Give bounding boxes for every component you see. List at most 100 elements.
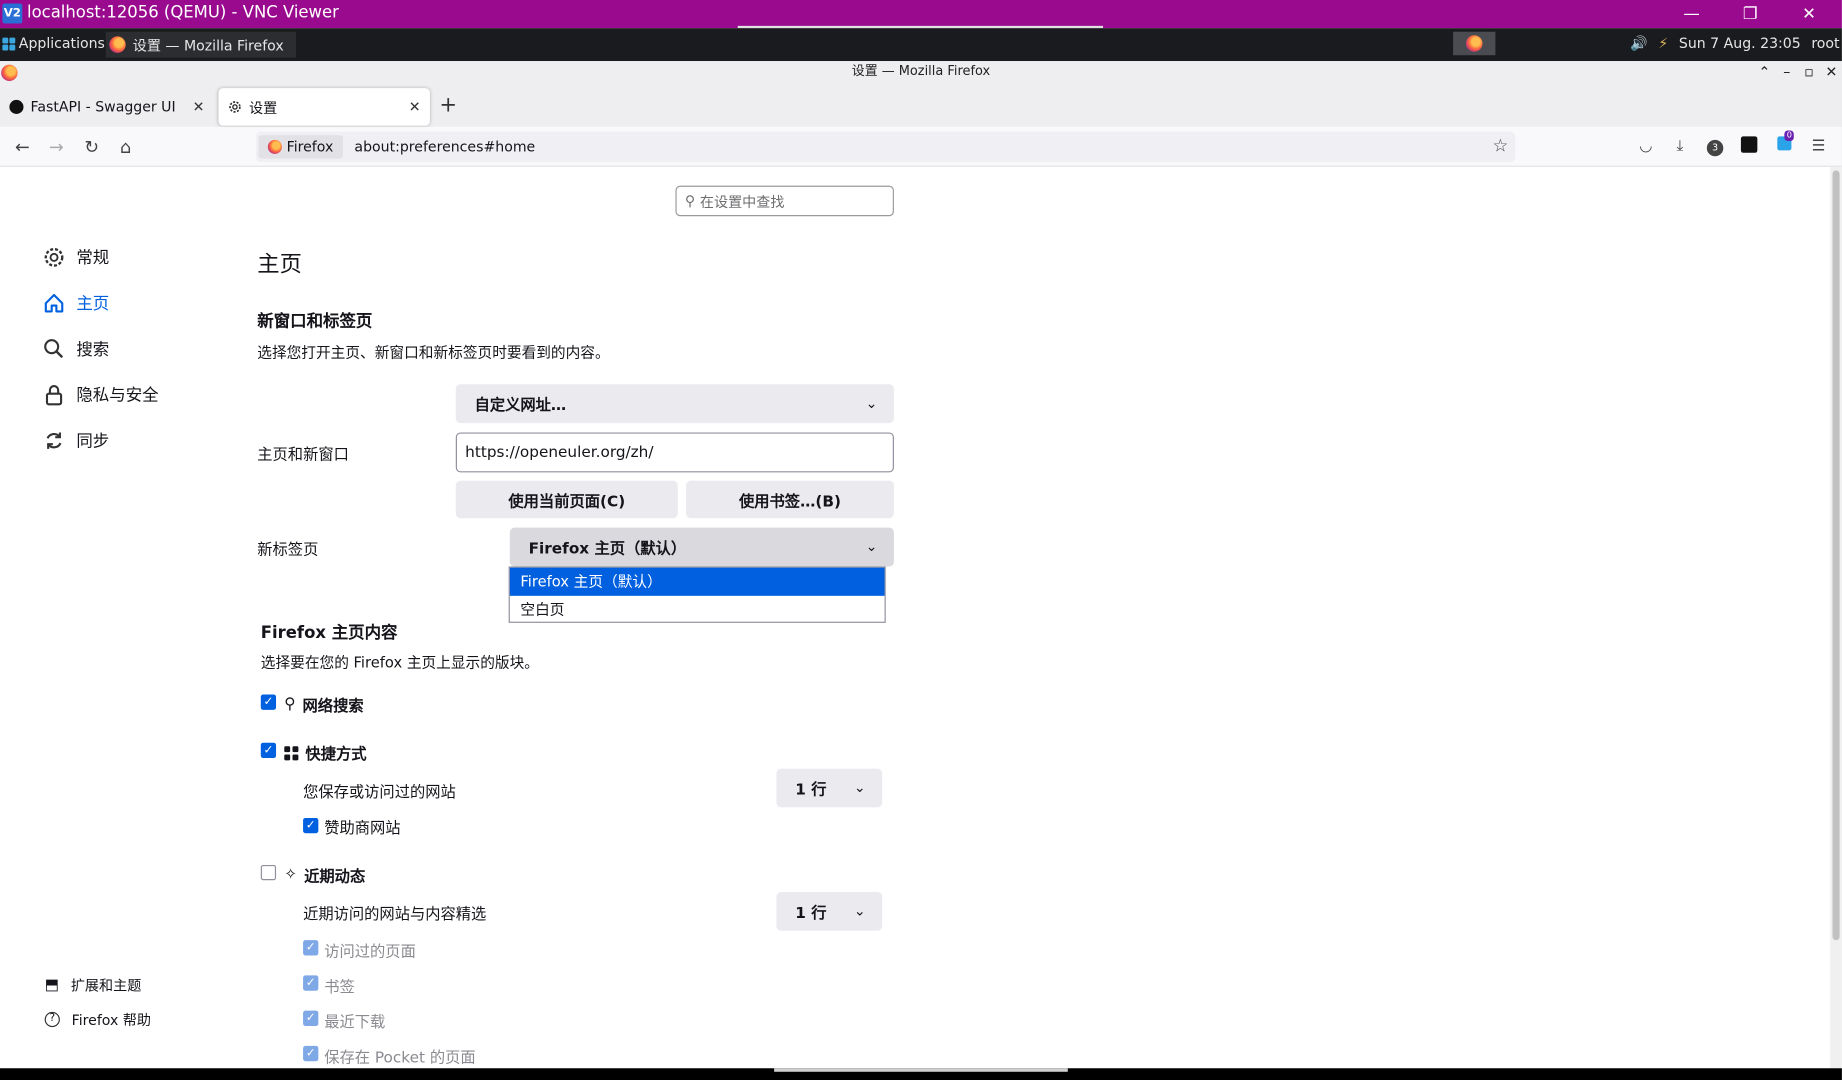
section-heading-home-content: Firefox 主页内容 xyxy=(260,624,398,643)
extensions-label: 扩展和主题 xyxy=(70,977,142,995)
dropdown-option-blank[interactable]: 空白页 xyxy=(510,596,885,624)
category-label: 隐私与安全 xyxy=(76,386,159,406)
section-description: 选择您打开主页、新窗口和新标签页时要看到的内容。 xyxy=(257,343,610,361)
firefox-icon xyxy=(267,139,282,154)
taskbar-firefox-item[interactable]: 设置 — Mozilla Firefox xyxy=(105,31,297,58)
identity-box[interactable]: Firefox xyxy=(258,135,343,159)
tab-swagger[interactable]: FastAPI - Swagger UI ✕ xyxy=(0,88,214,126)
vnc-title-bar: V2 localhost:12056 (QEMU) - VNC Viewer —… xyxy=(0,0,1842,29)
select-value: 1 行 xyxy=(795,904,827,923)
back-button[interactable]: ← xyxy=(11,135,34,159)
bookmarks-label: 书签 xyxy=(324,978,355,997)
url-text[interactable]: about:preferences#home xyxy=(354,139,535,155)
homepage-url-input[interactable]: https://openeuler.org/zh/ xyxy=(455,432,894,473)
web-search-checkbox[interactable]: ✓ xyxy=(260,694,277,710)
applications-menu[interactable]: Applications xyxy=(2,35,105,52)
preferences-page: ⚲ 在设置中查找 常规 主页 搜索 隐私与安全 同步 ⬒ 扩展和主题 ? Fir… xyxy=(0,166,1842,1069)
shortcuts-checkbox[interactable]: ✓ xyxy=(260,742,277,759)
firefox-window-title: 设置 — Mozilla Firefox xyxy=(851,63,991,79)
dropdown-option-firefox-home[interactable]: Firefox 主页（默认） xyxy=(509,567,885,596)
sync-icon xyxy=(42,429,65,453)
category-label: 常规 xyxy=(76,249,110,268)
puzzle-icon: ⬒ xyxy=(44,976,60,995)
extensions-link[interactable]: ⬒ 扩展和主题 xyxy=(45,975,142,995)
vnc-logo-icon: V2 xyxy=(2,3,23,24)
reload-button[interactable]: ↻ xyxy=(80,135,103,159)
homepage-mode-select[interactable]: 自定义网址… ⌄ xyxy=(455,384,894,424)
settings-search-input[interactable]: ⚲ 在设置中查找 xyxy=(675,185,894,217)
vnc-close-button[interactable]: ✕ xyxy=(1795,2,1823,26)
recent-sublabel: 近期访问的网站与内容精选 xyxy=(303,906,487,924)
sponsored-label: 赞助商网站 xyxy=(324,820,401,838)
vnc-restore-button[interactable]: ❐ xyxy=(1736,2,1764,26)
newtab-dropdown-list[interactable]: Firefox 主页（默认） 空白页 xyxy=(508,566,886,624)
sparkle-icon: ✧ xyxy=(284,866,298,884)
close-button[interactable]: ✕ xyxy=(1822,61,1841,82)
newtab-select[interactable]: Firefox 主页（默认） ⌄ xyxy=(509,527,894,567)
chevron-down-icon: ⌄ xyxy=(865,537,878,555)
shortcuts-label: 快捷方式 xyxy=(305,746,367,764)
recent-checkbox[interactable] xyxy=(260,864,277,881)
category-general[interactable]: 常规 xyxy=(42,246,109,270)
search-icon: ⚲ xyxy=(684,192,696,210)
scrollbar-thumb[interactable] xyxy=(1832,170,1840,941)
downloads-label: 最近下载 xyxy=(324,1014,386,1032)
new-tab-button[interactable]: + xyxy=(439,93,457,118)
extension-icon[interactable] xyxy=(1739,136,1760,157)
horizontal-scroll-indicator xyxy=(774,1068,1068,1072)
user-name[interactable]: root xyxy=(1811,35,1839,51)
clock[interactable]: Sun 7 Aug. 23:05 xyxy=(1679,35,1801,51)
network-icon[interactable]: ⚡ xyxy=(1658,35,1668,51)
url-bar[interactable]: Firefox about:preferences#home ☆ xyxy=(256,131,1516,163)
vnc-bottom-edge xyxy=(0,1068,1842,1080)
tab-settings[interactable]: 设置 ✕ xyxy=(218,88,430,126)
menu-icon[interactable]: ☰ xyxy=(1808,136,1829,157)
chevron-down-icon: ⌄ xyxy=(853,778,866,796)
tray-firefox-button[interactable] xyxy=(1453,31,1496,56)
vnc-window-title: localhost:12056 (QEMU) - VNC Viewer xyxy=(27,3,339,23)
volume-icon[interactable]: 🔊 xyxy=(1630,35,1648,51)
vnc-minimize-button[interactable]: — xyxy=(1677,2,1705,26)
gear-icon xyxy=(42,246,65,270)
close-tab-icon[interactable]: ✕ xyxy=(409,99,421,115)
minimize-button[interactable]: – xyxy=(1777,61,1796,82)
use-bookmark-button[interactable]: 使用书签…(B) xyxy=(686,480,894,519)
navigation-toolbar: ← → ↻ ⌂ Firefox about:preferences#home ☆… xyxy=(0,126,1842,167)
web-search-row: ⚲ 网络搜索 xyxy=(284,693,363,716)
category-search[interactable]: 搜索 xyxy=(42,337,109,361)
downloads-icon[interactable]: ⤓ xyxy=(1669,136,1690,157)
identity-label: Firefox xyxy=(286,138,334,156)
applications-icon xyxy=(2,37,16,50)
use-current-page-button[interactable]: 使用当前页面(C) xyxy=(455,480,678,519)
swagger-icon xyxy=(9,99,24,114)
notification-icon[interactable]: 0 xyxy=(1774,130,1795,157)
category-privacy[interactable]: 隐私与安全 xyxy=(42,383,159,407)
lock-icon xyxy=(42,383,65,407)
firefox-titlebar: 设置 — Mozilla Firefox ⌃ – ▫ ✕ xyxy=(0,61,1842,85)
category-home[interactable]: 主页 xyxy=(42,291,109,315)
tab-strip: FastAPI - Swagger UI ✕ 设置 ✕ xyxy=(0,84,1842,127)
taskbar-item-label: 设置 — Mozilla Firefox xyxy=(132,37,284,54)
extension-badge-icon[interactable]: 3 xyxy=(1704,136,1725,157)
close-tab-icon[interactable]: ✕ xyxy=(193,99,205,115)
chevron-up-icon[interactable]: ⌃ xyxy=(1755,61,1774,82)
maximize-button[interactable]: ▫ xyxy=(1800,61,1819,82)
sponsored-checkbox[interactable]: ✓ xyxy=(303,817,319,834)
page-scrollbar[interactable] xyxy=(1830,166,1842,1069)
help-icon: ? xyxy=(44,1011,60,1028)
search-icon xyxy=(42,337,65,361)
firefox-icon xyxy=(1,64,18,82)
category-sync[interactable]: 同步 xyxy=(42,429,109,453)
forward-button[interactable]: → xyxy=(45,135,68,159)
gear-icon xyxy=(228,100,242,114)
applications-label: Applications xyxy=(18,35,105,52)
pocket-icon[interactable]: ◡ xyxy=(1635,136,1656,157)
tab-label: FastAPI - Swagger UI xyxy=(30,98,176,116)
bookmarks-checkbox: ✓ xyxy=(303,975,319,991)
category-label: 主页 xyxy=(76,294,110,314)
bookmark-star-icon[interactable]: ☆ xyxy=(1493,135,1509,156)
help-link[interactable]: ? Firefox 帮助 xyxy=(44,1009,151,1029)
shortcuts-rows-select[interactable]: 1 行 ⌄ xyxy=(776,768,883,808)
home-button[interactable]: ⌂ xyxy=(114,135,137,159)
recent-rows-select[interactable]: 1 行 ⌄ xyxy=(776,891,883,931)
